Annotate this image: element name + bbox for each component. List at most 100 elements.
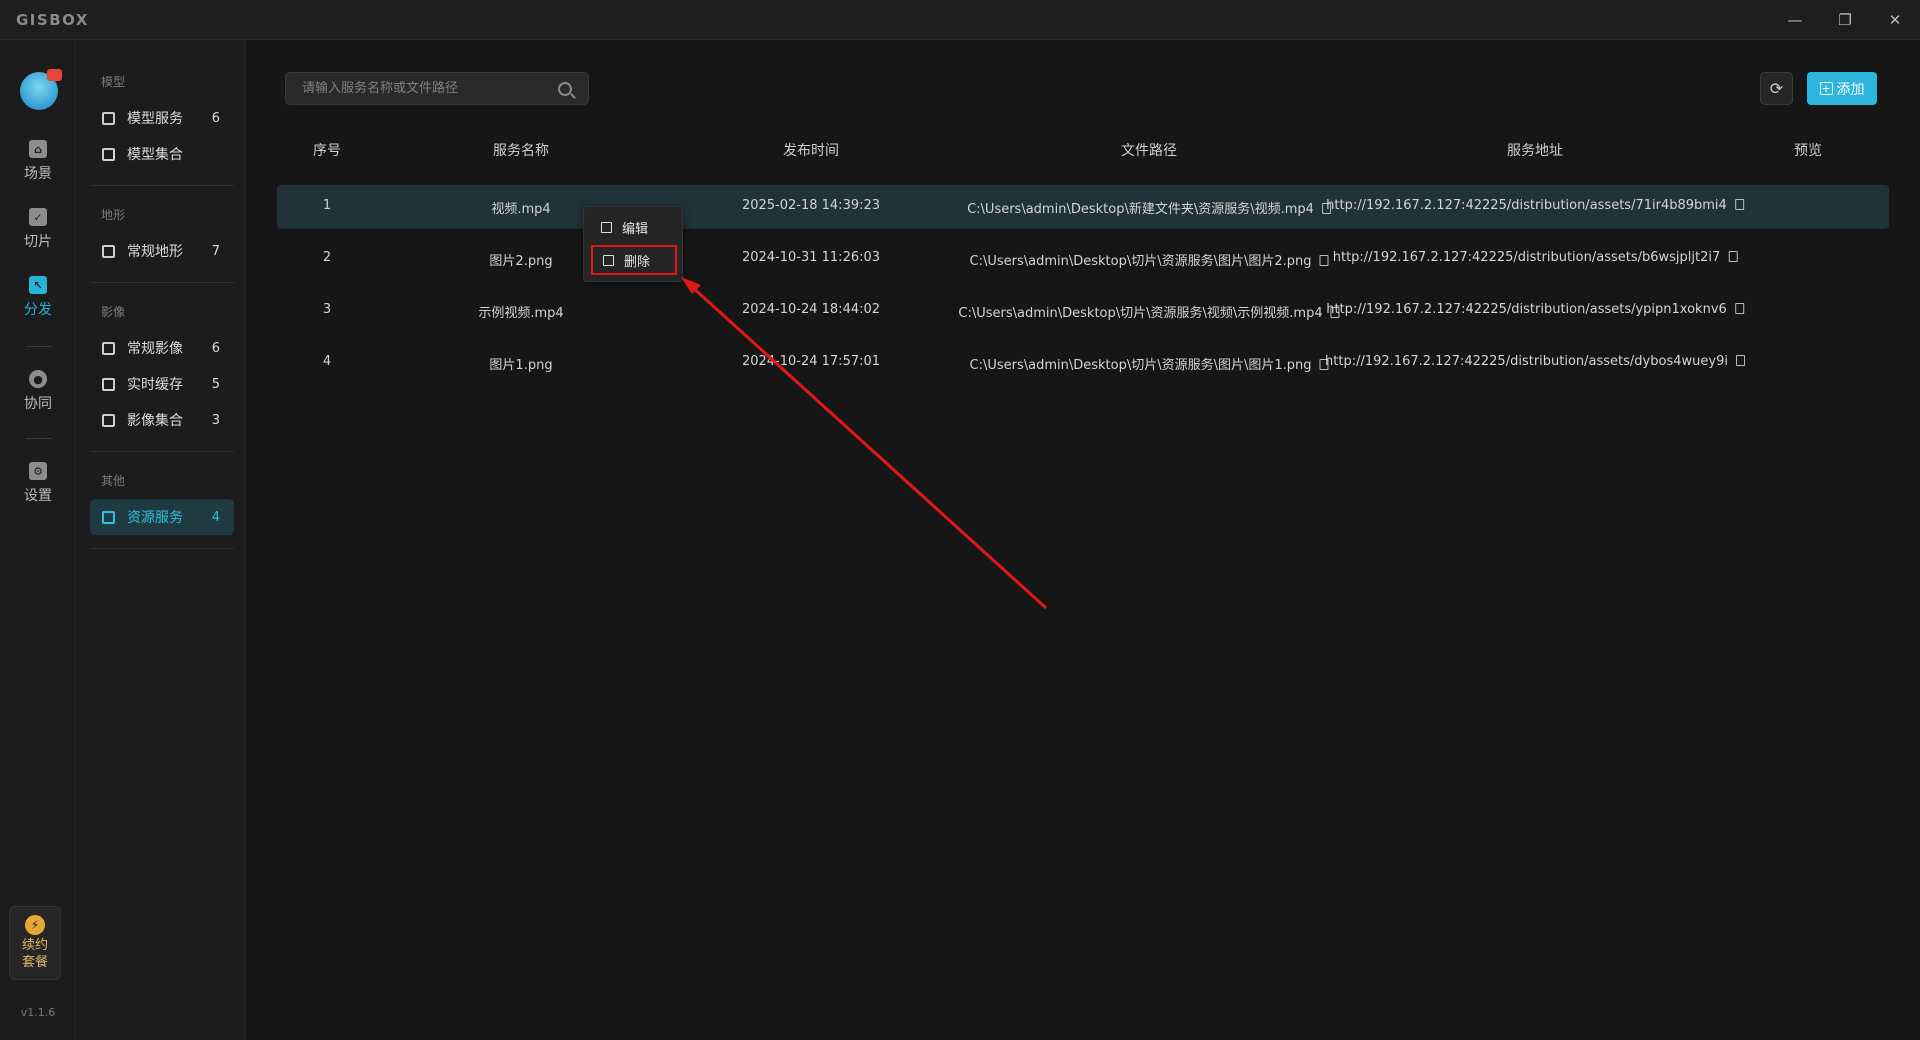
window-controls: — ❐ ✕ xyxy=(1770,0,1920,40)
icon-rail: ⌂ 场景 ✓ 切片 ↖ 分发 ● 协同 ⚙ 设置 ⚡ 续约 套餐 xyxy=(0,40,76,1040)
terrain-icon xyxy=(102,244,115,258)
url-text: http://192.167.2.127:42225/distribution/… xyxy=(1326,302,1727,317)
sidebar-item-label: 常规地形 xyxy=(127,244,183,260)
model-icon xyxy=(102,111,115,125)
imagery-collection-icon xyxy=(102,413,115,427)
sidebar-divider xyxy=(90,548,234,549)
table-row[interactable]: 2 图片2.png 2024-10-31 11:26:03 C:\Users\a… xyxy=(277,237,1889,281)
section-title-terrain: 地形 xyxy=(101,208,126,222)
close-button[interactable]: ✕ xyxy=(1870,0,1920,40)
cell-index: 1 xyxy=(322,198,332,213)
sidebar-item-label: 常规影像 xyxy=(127,341,183,357)
rail-item-collab[interactable]: ● 协同 xyxy=(0,370,76,424)
cell-url: http://192.167.2.127:42225/distribution/… xyxy=(1333,250,1738,265)
sidebar-item-model-service[interactable]: 模型服务 6 xyxy=(90,100,234,136)
app-logo: GISBOX xyxy=(16,10,89,29)
renew-label-1: 续约 xyxy=(21,938,48,953)
table-header: 序号 服务名称 发布时间 文件路径 服务地址 预览 xyxy=(277,140,1889,162)
url-text: http://192.167.2.127:42225/distribution/… xyxy=(1332,250,1721,265)
rail-item-scene[interactable]: ⌂ 场景 xyxy=(0,140,76,194)
cell-name: 示例视频.mp4 xyxy=(478,306,564,321)
rail-label: 切片 xyxy=(24,234,52,250)
copy-icon[interactable] xyxy=(1728,251,1738,262)
notification-badge-icon xyxy=(47,69,62,81)
cell-time: 2025-02-18 14:39:23 xyxy=(741,198,881,213)
path-text: C:\Users\admin\Desktop\新建文件夹\资源服务\视频.mp4 xyxy=(967,202,1314,217)
refresh-button[interactable]: ⟳ xyxy=(1760,72,1793,105)
rail-divider xyxy=(26,438,52,439)
rail-item-settings[interactable]: ⚙ 设置 xyxy=(0,462,76,516)
trash-icon xyxy=(603,254,614,266)
menu-item-delete[interactable]: 删除 xyxy=(591,245,677,275)
rail-item-distribute[interactable]: ↖ 分发 xyxy=(0,276,76,330)
column-header: 序号 xyxy=(313,143,341,159)
copy-icon[interactable] xyxy=(1735,355,1745,366)
search-icon[interactable] xyxy=(558,82,572,96)
sidebar-item-resource-service[interactable]: 资源服务 4 xyxy=(90,499,234,535)
column-header: 服务地址 xyxy=(1507,143,1563,159)
table-row[interactable]: 3 示例视频.mp4 2024-10-24 18:44:02 C:\Users\… xyxy=(277,289,1889,333)
sidebar-item-imagery-collection[interactable]: 影像集合 3 xyxy=(90,402,234,438)
cache-icon xyxy=(102,377,115,391)
add-icon: + xyxy=(1819,82,1833,95)
sidebar-item-terrain[interactable]: 常规地形 7 xyxy=(90,233,234,269)
cell-url: http://192.167.2.127:42225/distribution/… xyxy=(1326,302,1744,317)
cell-index: 4 xyxy=(322,354,332,369)
copy-icon[interactable] xyxy=(1319,255,1329,266)
cell-path: C:\Users\admin\Desktop\切片\资源服务\图片\图片1.pn… xyxy=(969,354,1329,373)
cell-time: 2024-10-24 18:44:02 xyxy=(741,302,881,317)
rail-divider xyxy=(26,346,52,347)
cell-path: C:\Users\admin\Desktop\切片\资源服务\视频\示例视频.m… xyxy=(958,302,1340,321)
sidebar-item-model-collection[interactable]: 模型集合 xyxy=(90,136,234,172)
sidebar-item-label: 资源服务 xyxy=(127,510,183,526)
copy-icon[interactable] xyxy=(1734,199,1744,210)
add-button-label: 添加 xyxy=(1836,81,1865,98)
url-text: http://192.167.2.127:42225/distribution/… xyxy=(1326,198,1727,213)
title-bar: GISBOX — ❐ ✕ xyxy=(0,0,1920,40)
cell-url: http://192.167.2.127:42225/distribution/… xyxy=(1326,198,1744,213)
rail-item-slice[interactable]: ✓ 切片 xyxy=(0,208,76,262)
sidebar-item-count: 5 xyxy=(211,376,220,392)
sidebar-item-count: 7 xyxy=(211,243,220,259)
cell-name: 图片2.png xyxy=(489,254,553,269)
search-input[interactable] xyxy=(302,81,552,96)
rail-label: 协同 xyxy=(24,396,52,412)
sidebar-item-count: 6 xyxy=(211,340,220,356)
section-title-model: 模型 xyxy=(101,75,126,89)
sidebar-item-imagery[interactable]: 常规影像 6 xyxy=(90,330,234,366)
rail-label: 分发 xyxy=(24,302,52,318)
column-header: 服务名称 xyxy=(493,143,549,159)
imagery-icon xyxy=(102,341,115,355)
path-text: C:\Users\admin\Desktop\切片\资源服务\图片\图片2.pn… xyxy=(969,254,1312,269)
cell-index: 3 xyxy=(322,302,332,317)
edit-icon xyxy=(601,221,612,233)
sidebar-item-count: 6 xyxy=(211,110,220,126)
settings-icon: ⚙ xyxy=(29,462,47,480)
context-menu: 编辑 删除 xyxy=(583,206,683,282)
menu-item-label: 删除 xyxy=(624,254,651,270)
secondary-sidebar: 模型 模型服务 6 模型集合 地形 常规地形 7 影像 常规影像 6 实时缓存 … xyxy=(76,40,246,1040)
table-row[interactable]: 4 图片1.png 2024-10-24 17:57:01 C:\Users\a… xyxy=(277,341,1889,385)
minimize-button[interactable]: — xyxy=(1770,0,1820,40)
column-header: 发布时间 xyxy=(783,143,839,159)
cell-path: C:\Users\admin\Desktop\新建文件夹\资源服务\视频.mp4 xyxy=(967,198,1331,217)
cell-index: 2 xyxy=(322,250,332,265)
cell-path: C:\Users\admin\Desktop\切片\资源服务\图片\图片2.pn… xyxy=(969,250,1329,269)
copy-icon[interactable] xyxy=(1734,303,1744,314)
menu-item-edit[interactable]: 编辑 xyxy=(591,212,677,242)
table-row[interactable]: 1 视频.mp4 2025-02-18 14:39:23 C:\Users\ad… xyxy=(277,185,1889,229)
restore-button[interactable]: ❐ xyxy=(1820,0,1870,40)
section-title-imagery: 影像 xyxy=(101,305,126,319)
sidebar-divider xyxy=(90,451,234,452)
search-box[interactable] xyxy=(285,72,589,105)
renew-plan-button[interactable]: ⚡ 续约 套餐 xyxy=(9,906,61,980)
cell-time: 2024-10-24 17:57:01 xyxy=(741,354,881,369)
collab-icon: ● xyxy=(29,370,47,388)
slice-icon: ✓ xyxy=(29,208,47,226)
cell-name: 图片1.png xyxy=(489,358,553,373)
add-button[interactable]: + 添加 xyxy=(1807,72,1877,105)
section-title-other: 其他 xyxy=(101,474,126,488)
rail-label: 设置 xyxy=(24,488,52,504)
sidebar-item-label: 模型服务 xyxy=(127,111,183,127)
sidebar-item-realtime-cache[interactable]: 实时缓存 5 xyxy=(90,366,234,402)
